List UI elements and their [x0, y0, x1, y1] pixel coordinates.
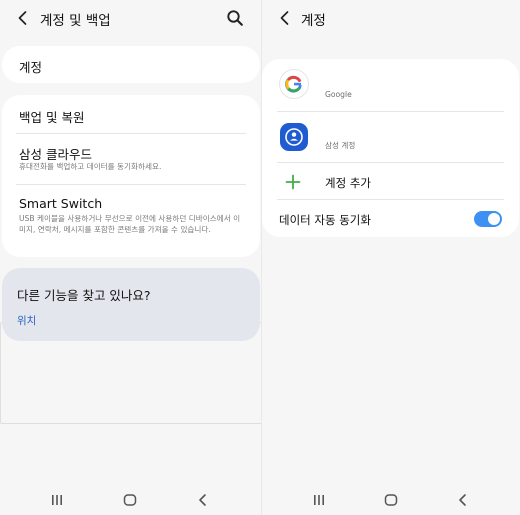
settings-accounts-backup-screen: 계정 및 백업 계정 백업 및 복원 삼성 클라우드 휴대전화를 백업하고 데이… — [0, 0, 262, 515]
navigation-bar — [0, 485, 262, 515]
recents-icon[interactable] — [311, 492, 327, 508]
smart-switch-description: USB 케이블을 사용하거나 무선으로 이전에 사용하던 디바이스에서 이미지,… — [19, 214, 241, 234]
google-icon — [279, 69, 309, 99]
google-account-label: Google — [325, 90, 352, 99]
smart-switch-label: Smart Switch — [19, 196, 103, 211]
samsung-cloud-item[interactable]: 삼성 클라우드 휴대전화를 백업하고 데이터를 동기화하세요. — [2, 134, 260, 184]
back-icon[interactable] — [195, 492, 211, 508]
toggle-knob — [488, 213, 500, 225]
home-icon[interactable] — [122, 492, 138, 508]
looking-for-something-else-title: 다른 기능을 찾고 있나요? — [17, 288, 151, 303]
accounts-card: Google 삼성 계정 계정 추가 데이터 자동 동기화 — [262, 59, 519, 237]
accounts-item[interactable]: 계정 — [2, 46, 260, 83]
looking-for-something-else-card: 다른 기능을 찾고 있나요? 위치 — [2, 268, 260, 341]
app-bar: 계정 및 백업 — [0, 0, 262, 36]
add-account-button[interactable]: 계정 추가 — [325, 175, 371, 191]
plus-icon — [285, 174, 301, 190]
divider — [277, 199, 504, 200]
samsung-account-label: 삼성 계정 — [325, 141, 356, 150]
back-icon[interactable] — [455, 492, 471, 508]
samsung-cloud-description: 휴대전화를 백업하고 데이터를 동기화하세요. — [19, 162, 162, 171]
recents-icon[interactable] — [49, 492, 65, 508]
google-account-item[interactable]: Google — [262, 59, 519, 111]
backup-group-card: 백업 및 복원 삼성 클라우드 휴대전화를 백업하고 데이터를 동기화하세요. … — [2, 95, 260, 257]
back-arrow-icon[interactable] — [12, 7, 34, 29]
backup-restore-label: 백업 및 복원 — [19, 110, 85, 125]
auto-sync-toggle[interactable] — [474, 211, 502, 227]
home-icon[interactable] — [383, 492, 399, 508]
samsung-account-icon — [280, 123, 308, 151]
page-title: 계정 및 백업 — [40, 13, 111, 29]
accounts-item-label: 계정 — [19, 60, 43, 75]
page-title: 계정 — [301, 13, 326, 29]
location-link[interactable]: 위치 — [17, 313, 36, 328]
auto-sync-label: 데이터 자동 동기화 — [279, 213, 371, 227]
backup-restore-item[interactable]: 백업 및 복원 — [2, 95, 260, 133]
app-bar: 계정 — [262, 0, 520, 36]
samsung-account-item[interactable]: 삼성 계정 — [262, 112, 519, 162]
smart-switch-item[interactable]: Smart Switch USB 케이블을 사용하거나 무선으로 이전에 사용하… — [2, 185, 260, 257]
navigation-bar — [262, 485, 520, 515]
accounts-screen: 계정 Google 삼성 계정 계정 추가 데이터 자동 동기화 — [262, 0, 520, 515]
samsung-cloud-label: 삼성 클라우드 — [19, 147, 92, 162]
divider — [277, 162, 504, 163]
search-icon[interactable] — [224, 7, 246, 29]
back-arrow-icon[interactable] — [274, 7, 296, 29]
